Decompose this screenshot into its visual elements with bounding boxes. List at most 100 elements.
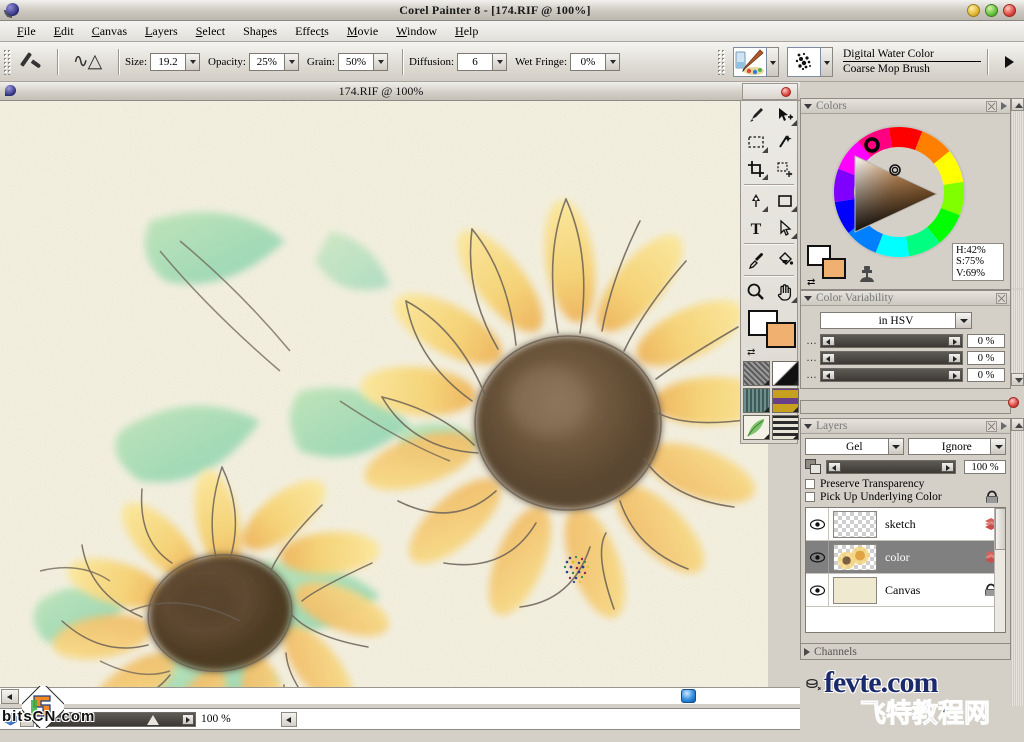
brush-category-selector[interactable] bbox=[733, 46, 779, 77]
layer-thumbnail[interactable] bbox=[833, 576, 877, 604]
dock-scroll-column-variability[interactable] bbox=[1011, 290, 1024, 386]
crop-tool[interactable] bbox=[741, 155, 770, 182]
layer-list[interactable]: sketch color Canvas bbox=[805, 507, 1006, 633]
colors-panel-title-bar[interactable]: Colors bbox=[801, 99, 1010, 114]
hue-variability-value[interactable]: 0 % bbox=[967, 334, 1005, 348]
menu-item-file[interactable]: FFileile bbox=[8, 22, 45, 41]
layer-opacity-value[interactable]: 100 % bbox=[964, 460, 1006, 474]
grain-input[interactable] bbox=[339, 53, 373, 70]
size-spinner[interactable] bbox=[150, 52, 200, 71]
brush-variant-dropdown-arrow[interactable] bbox=[821, 46, 833, 77]
layer-name[interactable]: Canvas bbox=[885, 583, 920, 598]
zoom-slider-right-handle[interactable] bbox=[182, 713, 194, 725]
saturation-variability-slider[interactable] bbox=[820, 351, 963, 365]
layer-adjuster-tool[interactable] bbox=[770, 101, 799, 128]
pick-up-underlying-color-checkbox[interactable] bbox=[805, 492, 815, 502]
dropper-tool[interactable] bbox=[741, 246, 770, 273]
layer-visibility-toggle[interactable] bbox=[806, 574, 829, 606]
table-row[interactable]: sketch bbox=[806, 508, 1005, 541]
dock-scroll-up-button[interactable] bbox=[1011, 98, 1024, 111]
wet-fringe-spinner[interactable] bbox=[570, 52, 620, 71]
value-variability-value[interactable]: 0 % bbox=[967, 368, 1005, 382]
resize-grip-bar[interactable] bbox=[800, 400, 1011, 414]
menu-item-help[interactable]: Help bbox=[446, 22, 487, 41]
size-input[interactable] bbox=[151, 53, 185, 70]
scroll-left-button[interactable] bbox=[1, 688, 19, 704]
channels-panel-tab[interactable]: Channels bbox=[801, 643, 1010, 659]
brush-variant-preview[interactable] bbox=[787, 46, 821, 77]
main-color-swatch[interactable] bbox=[822, 258, 846, 279]
foreground-color-swatch[interactable] bbox=[766, 322, 796, 348]
brush-category-preview[interactable] bbox=[733, 46, 767, 77]
table-row[interactable]: Canvas bbox=[806, 574, 1005, 607]
dock-scroll-column-layers[interactable] bbox=[1011, 418, 1024, 706]
pen-tool[interactable] bbox=[741, 187, 770, 214]
dock-scroll-track[interactable] bbox=[1011, 290, 1024, 373]
gradient-selector[interactable] bbox=[772, 361, 799, 386]
layer-name[interactable]: color bbox=[885, 550, 910, 565]
layer-thumbnail[interactable] bbox=[833, 510, 877, 538]
clone-color-icon[interactable] bbox=[857, 264, 877, 284]
dock-scroll-up-button[interactable] bbox=[1011, 418, 1024, 431]
selection-adjuster-tool[interactable] bbox=[770, 155, 799, 182]
brush-variant-selector[interactable] bbox=[787, 46, 833, 77]
composite-depth-select[interactable]: Ignore bbox=[907, 438, 1006, 455]
colors-panel-swatches[interactable]: ⇄ bbox=[807, 245, 853, 288]
layer-opacity-slider[interactable] bbox=[826, 460, 956, 474]
opacity-dropdown-arrow[interactable] bbox=[283, 53, 298, 70]
expand-triangle-icon[interactable] bbox=[804, 647, 810, 656]
text-tool[interactable]: T bbox=[741, 214, 770, 241]
toolbox-color-swatches[interactable]: ⇄ bbox=[746, 308, 796, 358]
size-dropdown-arrow[interactable] bbox=[185, 53, 199, 70]
layer-thumbnail[interactable] bbox=[833, 543, 877, 571]
opacity-spinner[interactable] bbox=[248, 52, 299, 71]
menu-item-effects[interactable]: Effects bbox=[286, 22, 338, 41]
dock-scroll-track[interactable] bbox=[1011, 111, 1024, 288]
shape-selection-tool[interactable] bbox=[770, 214, 799, 241]
canvas-resize-handle[interactable] bbox=[681, 689, 696, 703]
lock-icon[interactable] bbox=[984, 490, 1000, 504]
diffusion-dropdown-arrow[interactable] bbox=[492, 53, 507, 70]
expand-arrow-icon[interactable] bbox=[1002, 42, 1018, 82]
composite-depth-dropdown-arrow[interactable] bbox=[990, 439, 1005, 454]
menu-item-edit[interactable]: Edit bbox=[45, 22, 83, 41]
saturation-variability-value[interactable]: 0 % bbox=[967, 351, 1005, 365]
menu-item-movie[interactable]: Movie bbox=[338, 22, 387, 41]
layer-visibility-toggle[interactable] bbox=[806, 508, 829, 540]
layer-visibility-toggle[interactable] bbox=[806, 541, 829, 573]
zoom-slider-thumb[interactable] bbox=[147, 714, 159, 725]
brush-category-dropdown-arrow[interactable] bbox=[767, 46, 779, 77]
opacity-input[interactable] bbox=[249, 53, 284, 70]
dock-scroll-track[interactable] bbox=[1011, 431, 1024, 706]
close-button[interactable] bbox=[1003, 3, 1016, 17]
property-bar-grip[interactable] bbox=[3, 48, 11, 75]
diffusion-spinner[interactable] bbox=[457, 52, 508, 71]
swap-colors-icon[interactable]: ⇄ bbox=[807, 277, 815, 288]
menu-item-window[interactable]: Window bbox=[387, 22, 446, 41]
paint-bucket-tool[interactable] bbox=[770, 246, 799, 273]
brush-selector-grip[interactable] bbox=[717, 48, 725, 75]
layer-commands-icon[interactable] bbox=[806, 678, 822, 692]
pick-up-underlying-color-row[interactable]: Pick Up Underlying Color bbox=[805, 490, 1006, 504]
table-row[interactable]: color bbox=[806, 541, 1005, 574]
artwork-canvas[interactable] bbox=[0, 101, 768, 687]
status-scroll-left-button[interactable] bbox=[280, 711, 297, 727]
variability-mode-dropdown-arrow[interactable] bbox=[955, 313, 971, 328]
composite-method-dropdown-arrow[interactable] bbox=[887, 439, 903, 454]
grain-spinner[interactable] bbox=[338, 52, 388, 71]
panel-close-orb[interactable] bbox=[1008, 397, 1019, 408]
layers-panel-close-button[interactable] bbox=[986, 420, 997, 432]
collapse-triangle-icon[interactable] bbox=[804, 295, 812, 301]
maximize-button[interactable] bbox=[985, 3, 998, 17]
menu-item-canvas[interactable]: Canvas bbox=[83, 22, 136, 41]
colors-panel-menu-arrow[interactable] bbox=[1001, 102, 1007, 110]
hue-variability-slider[interactable] bbox=[820, 334, 963, 348]
colors-panel-close-button[interactable] bbox=[986, 100, 997, 112]
menu-item-shapes[interactable]: Shapes bbox=[234, 22, 286, 41]
dock-scroll-down-button[interactable] bbox=[1011, 373, 1024, 386]
magic-wand-tool[interactable] bbox=[770, 128, 799, 155]
document-horizontal-scrollbar[interactable] bbox=[0, 687, 800, 704]
diffusion-input[interactable] bbox=[458, 53, 493, 70]
minimize-button[interactable] bbox=[967, 3, 980, 17]
menu-item-layers[interactable]: Layers bbox=[136, 22, 187, 41]
